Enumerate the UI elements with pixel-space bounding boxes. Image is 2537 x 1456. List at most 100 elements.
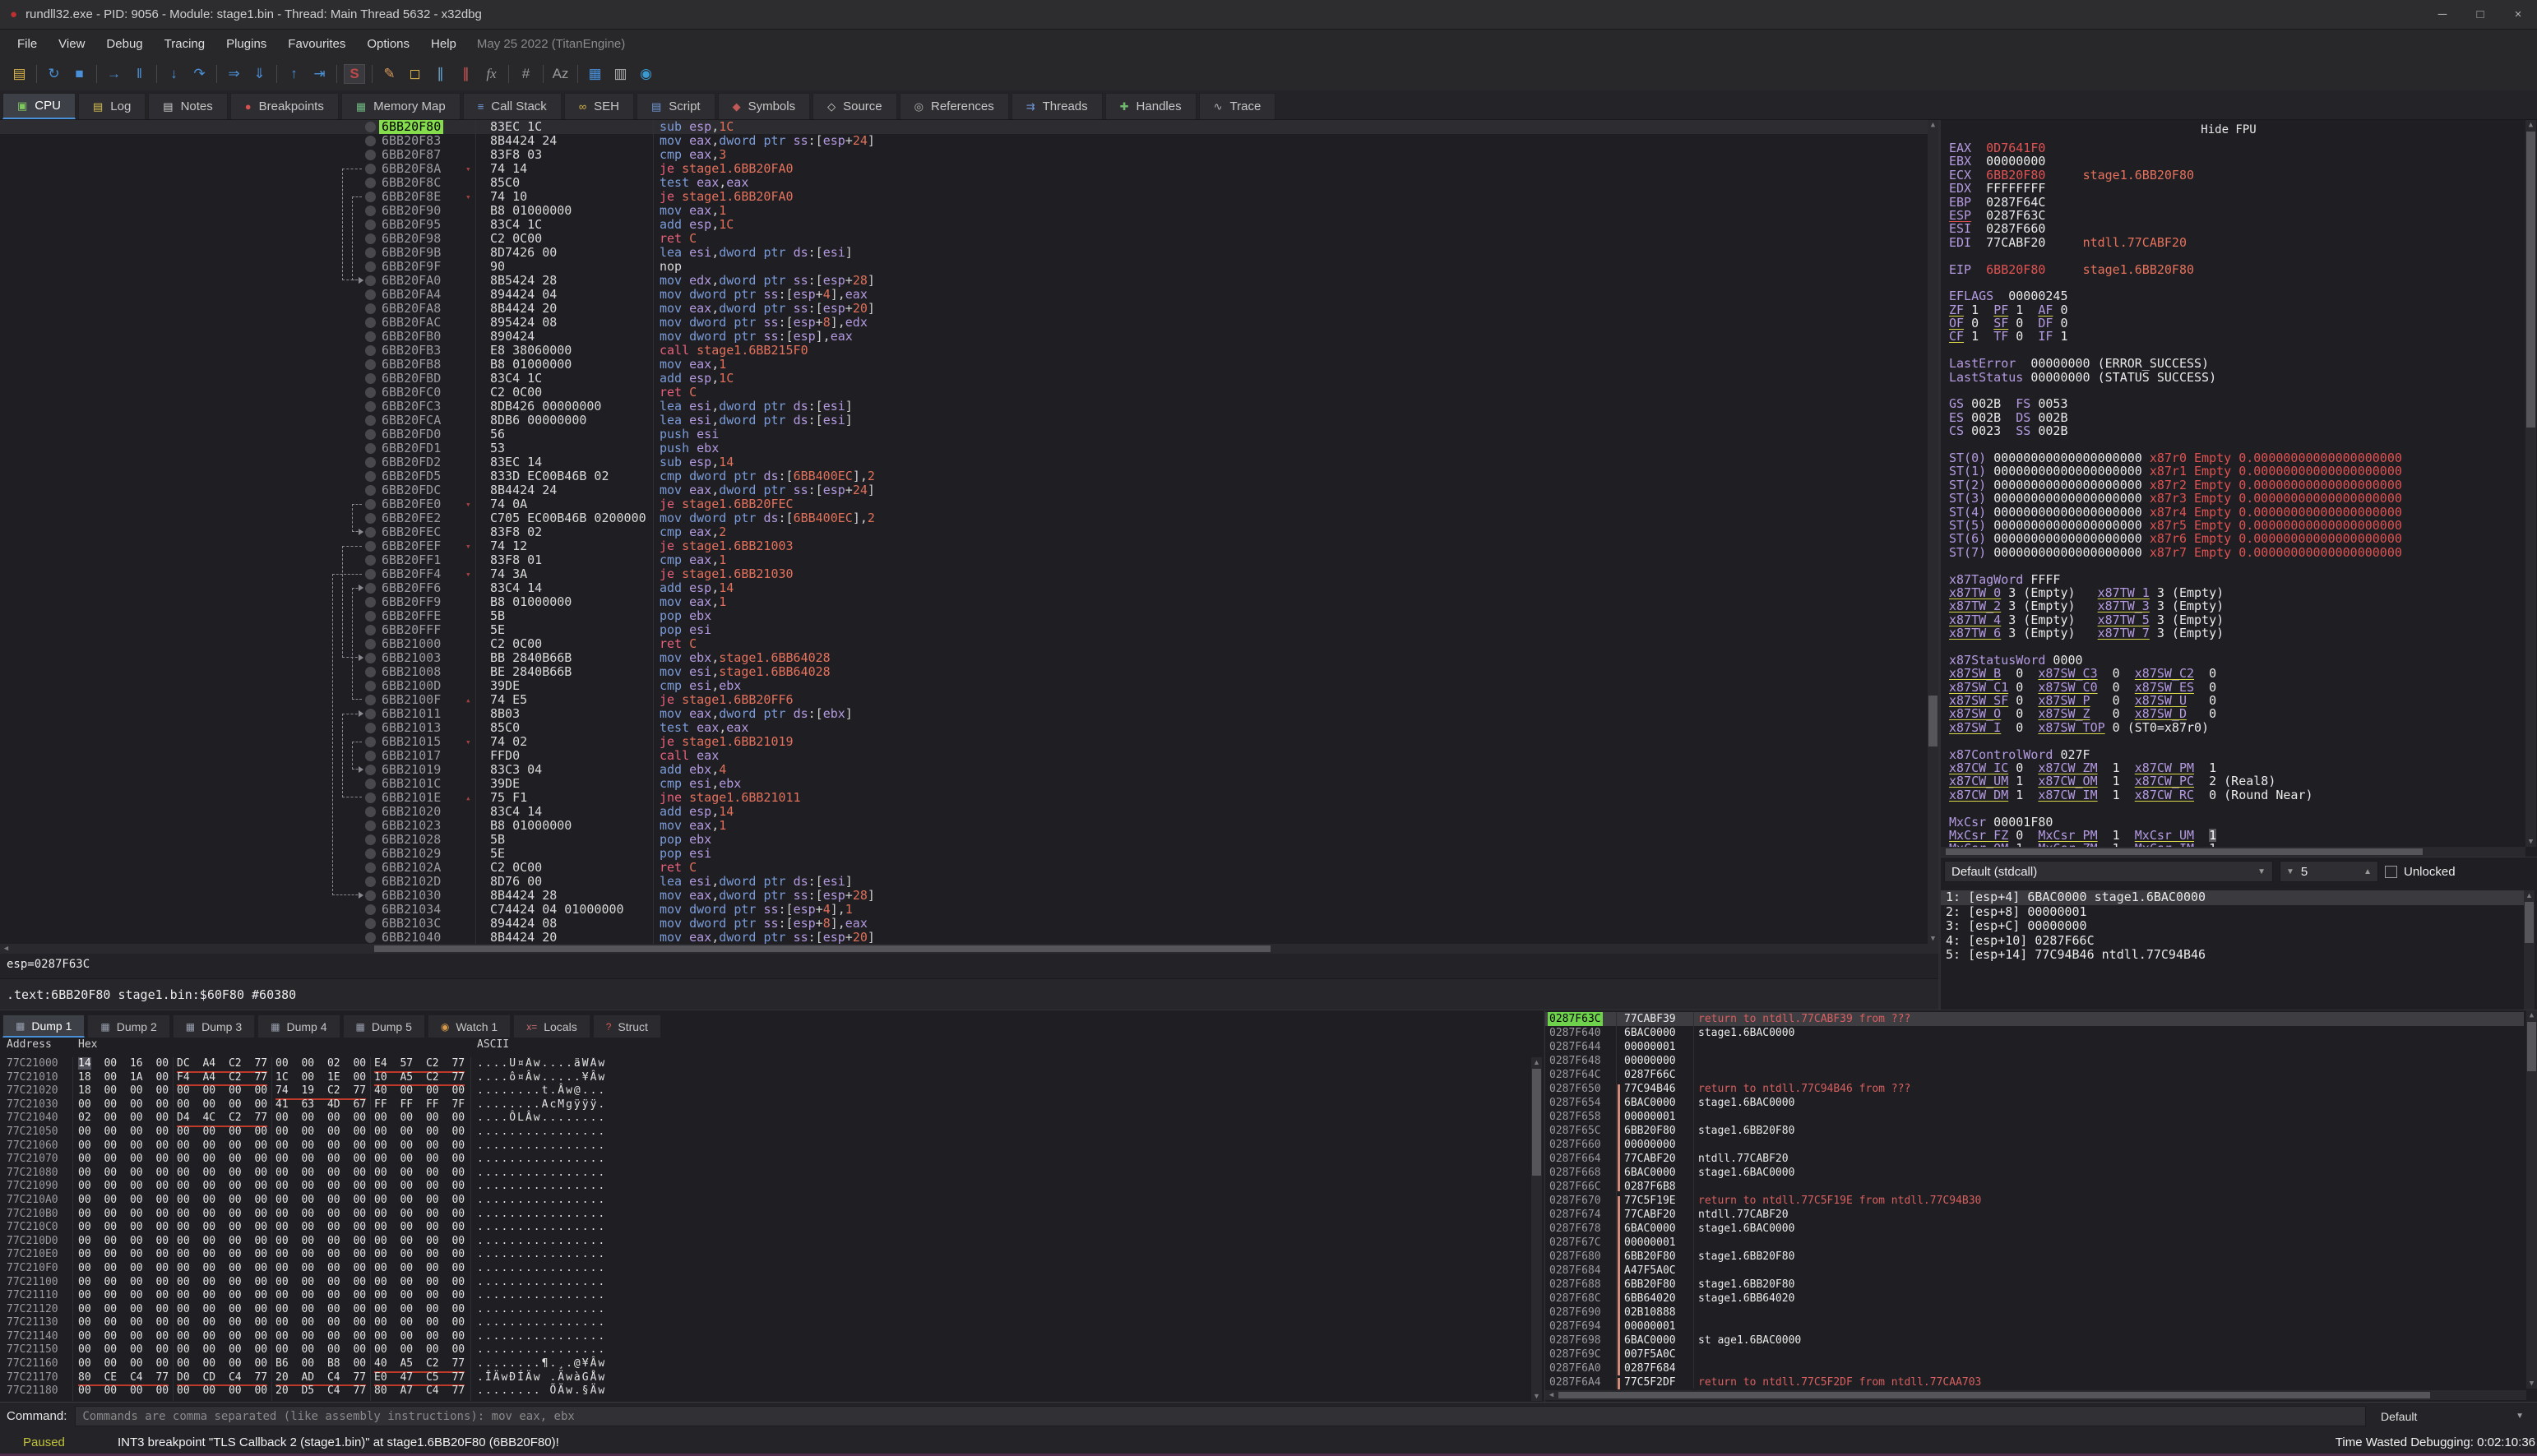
breakpoint-dot[interactable] [365,289,376,300]
restart-icon[interactable]: ↻ [41,62,67,86]
breakpoint-dot[interactable] [365,876,376,887]
disasm-row[interactable]: 6BB2101C39DEcmp esi,ebx [0,777,1928,791]
dump-row[interactable]: 77C210E000 00 00 0000 00 00 0000 00 00 0… [0,1248,1530,1262]
run-to-user-code-icon[interactable]: ⇥ [307,62,332,86]
scroll-left-icon[interactable]: ◀ [1,945,12,953]
dump-row[interactable]: 77C2105000 00 00 0000 00 00 0000 00 00 0… [0,1126,1530,1139]
register-line[interactable]: EFLAGS 00000245 [1949,289,2524,303]
menu-help[interactable]: Help [420,37,467,51]
disasm-row[interactable]: 6BB210308B4424 28mov eax,dword ptr ss:[e… [0,889,1928,903]
register-line[interactable]: EAX 0D7641F0 [1949,141,2524,155]
register-line[interactable]: x87SW_O 0 x87SW_Z 0 x87SW_D 0 [1949,707,2524,720]
breakpoint-dot[interactable] [365,206,376,216]
breakpoint-dot[interactable] [365,723,376,733]
breakpoint-dot[interactable] [365,611,376,622]
dump-vscroll-thumb[interactable] [1532,1069,1541,1176]
disasm-row[interactable]: 6BB2101E▴75 F1jne stage1.6BB21011 [0,791,1928,805]
register-line[interactable] [1949,559,2524,572]
register-line[interactable]: CS 0023 SS 002B [1949,424,2524,437]
register-line[interactable]: x87CW_IC 0 x87CW_ZM 1 x87CW_PM 1 [1949,761,2524,774]
stop-icon[interactable]: ■ [67,62,92,86]
breakpoint-dot[interactable] [365,247,376,258]
dump-row[interactable]: 77C210F000 00 00 0000 00 00 0000 00 00 0… [0,1262,1530,1276]
dump-row[interactable]: 77C210A000 00 00 0000 00 00 0000 00 00 0… [0,1194,1530,1208]
register-line[interactable]: EDX FFFFFFFF [1949,182,2524,195]
disasm-row[interactable]: 6BB20F9F90nop [0,260,1928,274]
disasm-hscroll-thumb[interactable] [374,945,1271,952]
register-line[interactable]: ST(5) 00000000000000000000 x87r5 Empty 0… [1949,519,2524,532]
globe-icon[interactable]: ◉ [633,62,659,86]
scroll-down-icon[interactable]: ▼ [1928,935,1938,943]
breakpoint-dot[interactable] [365,779,376,789]
breakpoint-dot[interactable] [365,317,376,328]
breakpoint-dot[interactable] [365,513,376,524]
disasm-row[interactable]: 6BB20FD283EC 14sub esp,14 [0,455,1928,469]
registers-hscroll-thumb[interactable] [1946,848,2423,855]
register-line[interactable]: x87TW_4 3 (Empty) x87TW_5 3 (Empty) [1949,613,2524,626]
breakpoint-dot[interactable] [365,443,376,454]
stack-row[interactable]: 0287F64400000001 [1545,1040,2524,1054]
disasm-row[interactable]: 6BB20FBD83C4 1Cadd esp,1C [0,372,1928,386]
breakpoint-dot[interactable] [365,625,376,636]
command-profile-select[interactable]: Default ▼ [2374,1406,2530,1426]
scroll-up-icon[interactable]: ▲ [2524,891,2535,899]
disasm-row[interactable]: 6BB210295Epop esi [0,847,1928,861]
breakpoint-dot[interactable] [365,807,376,817]
stack-row[interactable]: 0287F6406BAC0000stage1.6BAC0000 [1545,1026,2524,1040]
scroll-up-icon[interactable]: ▲ [1928,121,1938,129]
calling-convention-select[interactable]: Default (stdcall) ▼ [1944,861,2273,882]
disasm-row[interactable]: 6BB210118B03mov eax,dword ptr ds:[ebx] [0,707,1928,721]
register-line[interactable]: x87TW_2 3 (Empty) x87TW_3 3 (Empty) [1949,599,2524,612]
disasm-row[interactable]: 6BB20FD153push ebx [0,441,1928,455]
breakpoint-dot[interactable] [365,681,376,691]
argument-row[interactable]: 1: [esp+4] 6BAC0000 stage1.6BAC0000 [1941,890,2524,905]
register-line[interactable]: x87TW_6 3 (Empty) x87TW_7 3 (Empty) [1949,626,2524,640]
breakpoint-dot[interactable] [365,932,376,943]
register-line[interactable]: ECX 6BB20F80 stage1.6BB20F80 [1949,169,2524,182]
disasm-row[interactable]: 6BB21000C2 0C00ret C [0,637,1928,651]
tab-call-stack[interactable]: ≡Call Stack [463,93,562,119]
breakpoint-dot[interactable] [365,639,376,649]
argument-row[interactable]: 2: [esp+8] 00000001 [1941,905,2524,920]
breakpoint-dot[interactable] [365,569,376,580]
step-over-icon[interactable]: ↷ [187,62,212,86]
close-button[interactable]: × [2499,1,2537,29]
register-line[interactable]: x87SW_B 0 x87SW_C3 0 x87SW_C2 0 [1949,667,2524,680]
disasm-row[interactable]: 6BB20FB8B8 01000000mov eax,1 [0,358,1928,372]
register-line[interactable]: EDI 77CABF20 ntdll.77CABF20 [1949,236,2524,249]
register-line[interactable] [1949,276,2524,289]
register-line[interactable]: x87StatusWord 0000 [1949,654,2524,667]
stack-row[interactable]: 0287F65C6BB20F80stage1.6BB20F80 [1545,1124,2524,1138]
dump-row[interactable]: 77C2117080 CE C4 77D0 CD C4 7720 AD C4 7… [0,1371,1530,1385]
disasm-row[interactable]: 6BB20FF183F8 01cmp eax,1 [0,553,1928,567]
disasm-vscroll-thumb[interactable] [1928,696,1937,746]
minimize-button[interactable]: ─ [2424,1,2461,29]
dump-row[interactable]: 77C2107000 00 00 0000 00 00 0000 00 00 0… [0,1153,1530,1167]
register-line[interactable] [1949,344,2524,357]
stack-row[interactable]: 0287F66000000000 [1545,1138,2524,1152]
breakpoint-dot[interactable] [365,541,376,552]
disasm-row[interactable]: 6BB20F838B4424 24mov eax,dword ptr ss:[e… [0,134,1928,148]
patch-icon[interactable]: ✎ [377,62,402,86]
dump-row[interactable]: 77C2112000 00 00 0000 00 00 0000 00 00 0… [0,1303,1530,1317]
stack-row[interactable]: 0287F68C6BB64020stage1.6BB64020 [1545,1292,2524,1306]
stack-row[interactable]: 0287F6686BAC0000stage1.6BAC0000 [1545,1166,2524,1180]
breakpoint-dot[interactable] [365,373,376,384]
tab-handles[interactable]: ✚Handles [1105,93,1197,119]
breakpoint-dot[interactable] [365,233,376,244]
memory-icon[interactable]: ▥ [608,62,633,86]
register-line[interactable]: x87CW_UM 1 x87CW_OM 1 x87CW_PC 2 (Real8) [1949,774,2524,788]
menu-debug[interactable]: Debug [95,37,153,51]
stack-row[interactable]: 0287F6546BAC0000stage1.6BAC0000 [1545,1096,2524,1110]
disasm-row[interactable]: 6BB210285Bpop ebx [0,833,1928,847]
disasm-hscrollbar[interactable]: ◀ ▶ [0,944,1938,954]
breakpoint-dot[interactable] [365,667,376,677]
register-line[interactable] [1949,249,2524,262]
disasm-row[interactable]: 6BB21003BB 2840B66Bmov ebx,stage1.6BB640… [0,651,1928,665]
disasm-row[interactable]: 6BB20FC38DB426 00000000lea esi,dword ptr… [0,400,1928,414]
breakpoint-dot[interactable] [365,331,376,342]
disasm-row[interactable]: 6BB20FEF▾74 12je stage1.6BB21003 [0,539,1928,553]
disasm-row[interactable]: 6BB2100D39DEcmp esi,ebx [0,679,1928,693]
disasm-row[interactable]: 6BB20FCA8DB6 00000000lea esi,dword ptr d… [0,414,1928,428]
breakpoint-dot[interactable] [365,862,376,873]
